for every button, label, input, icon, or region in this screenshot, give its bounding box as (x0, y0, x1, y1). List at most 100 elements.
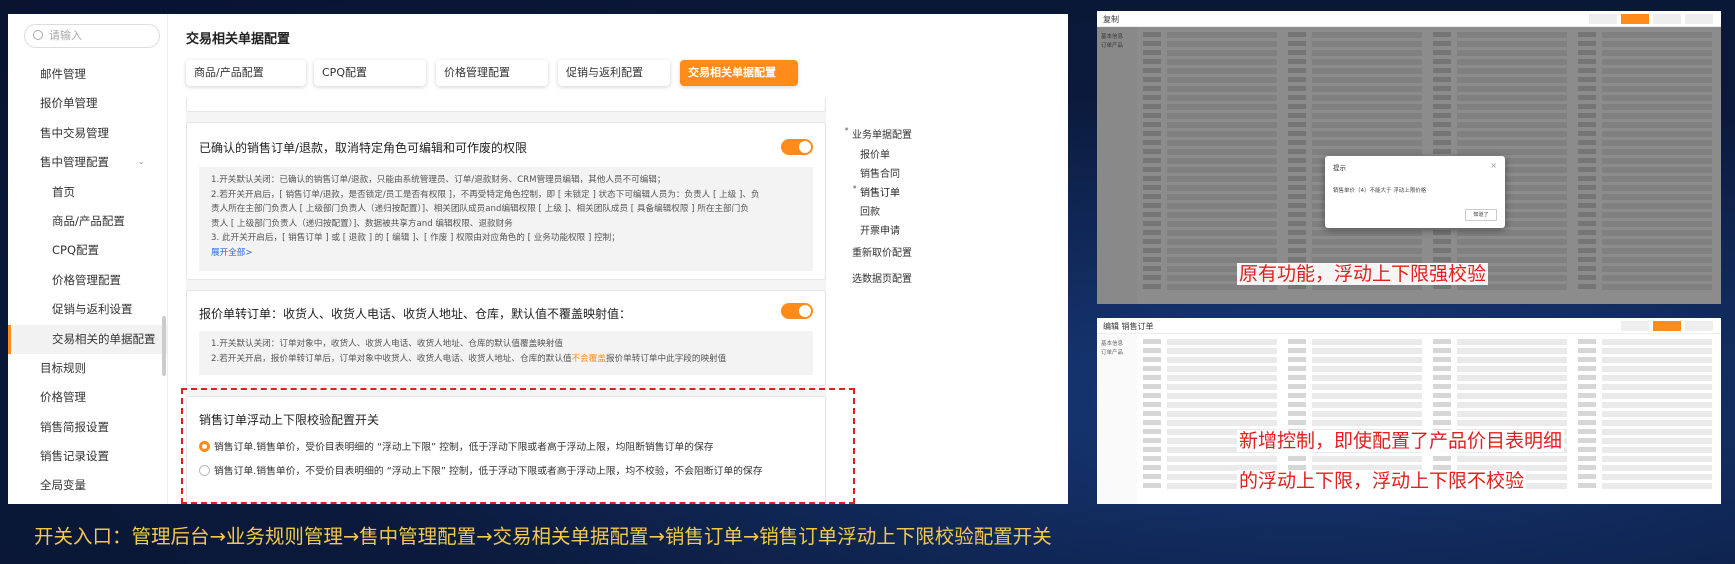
form-field[interactable] (1312, 384, 1422, 390)
sidebar-item-mail[interactable]: 邮件管理 (8, 60, 167, 89)
anchor-item-reprice[interactable]: 重新取价配置 (852, 244, 912, 259)
form-field[interactable] (1602, 438, 1712, 444)
sidebar-scrollbar[interactable] (162, 316, 166, 376)
form-field[interactable] (1457, 366, 1567, 372)
form-field[interactable] (1167, 375, 1277, 381)
header-button[interactable] (1621, 321, 1649, 331)
form-field[interactable] (1602, 393, 1712, 399)
search-input[interactable]: 请输入 (24, 24, 160, 48)
nav-item[interactable]: 基本信息 (1101, 340, 1137, 349)
sidebar-item-sales-config[interactable]: 售中管理配置 ⌄ (8, 148, 167, 177)
anchor-item-invoice[interactable]: 开票申请 (860, 222, 900, 237)
form-field[interactable] (1457, 339, 1567, 345)
sidebar-item-home[interactable]: 首页 (8, 178, 167, 207)
search-icon (33, 30, 43, 40)
nav-item[interactable]: 订单产品 (1101, 349, 1137, 358)
sidebar-item-trade-docs[interactable]: 交易相关的单据配置 (8, 324, 167, 354)
previous-card (186, 98, 826, 112)
sidebar-item-target-rules[interactable]: 目标规则 (8, 354, 167, 383)
annotation-original: 原有功能，浮动上下限强校验 (1237, 259, 1489, 286)
form-field[interactable] (1167, 339, 1277, 345)
anchor-item-quote[interactable]: 报价单 (860, 146, 890, 161)
form-field[interactable] (1602, 447, 1712, 453)
form-field[interactable] (1167, 456, 1277, 462)
sidebar-item-price-mgmt[interactable]: 价格管理 (8, 383, 167, 412)
sidebar-item-global-vars[interactable]: 全局变量 (8, 471, 167, 500)
header-button[interactable] (1653, 14, 1681, 24)
toggle-switch[interactable] (781, 303, 813, 319)
form-field[interactable] (1457, 411, 1567, 417)
form-field[interactable] (1602, 411, 1712, 417)
header-button[interactable] (1589, 14, 1617, 24)
form-field[interactable] (1167, 384, 1277, 390)
form-field[interactable] (1602, 339, 1712, 345)
close-icon[interactable]: × (1490, 161, 1497, 170)
sidebar-item-trade-mgmt[interactable]: 售中交易管理 (8, 119, 167, 148)
toggle-switch[interactable] (781, 139, 813, 155)
sidebar-item-promo-config[interactable]: 促销与返利设置 (8, 295, 167, 324)
sidebar-item-sales-brief[interactable]: 销售简报设置 (8, 413, 167, 442)
form-field[interactable] (1312, 348, 1422, 354)
form-field[interactable] (1167, 393, 1277, 399)
form-field[interactable] (1457, 456, 1567, 462)
save-button[interactable] (1653, 321, 1681, 331)
form-field[interactable] (1457, 402, 1567, 408)
sidebar-item-quote-mgmt[interactable]: 报价单管理 (8, 89, 167, 118)
form-field[interactable] (1457, 384, 1567, 390)
anchor-item-sales-order[interactable]: 销售订单 (853, 184, 900, 199)
anchor-item-data-page[interactable]: 选数据页配置 (852, 270, 912, 285)
tab-cpq-config[interactable]: CPQ配置 (314, 60, 426, 86)
tab-promo-config[interactable]: 促销与返利配置 (558, 60, 670, 86)
form-field[interactable] (1312, 411, 1422, 417)
field-label (1578, 429, 1596, 434)
header-button[interactable] (1685, 14, 1713, 24)
sidebar-item-sales-record[interactable]: 销售记录设置 (8, 442, 167, 471)
form-field[interactable] (1312, 393, 1422, 399)
field-label (1433, 420, 1451, 425)
form-field[interactable] (1602, 384, 1712, 390)
form-field[interactable] (1457, 393, 1567, 399)
form-field[interactable] (1167, 348, 1277, 354)
field-label (1433, 411, 1451, 416)
form-field[interactable] (1167, 366, 1277, 372)
form-field[interactable] (1602, 357, 1712, 363)
form-field[interactable] (1167, 411, 1277, 417)
form-header: 编辑 销售订单 (1097, 318, 1721, 334)
expand-all-link[interactable]: 展开全部> (211, 246, 801, 261)
form-field[interactable] (1457, 348, 1567, 354)
form-field[interactable] (1312, 402, 1422, 408)
anchor-item-biz-docs[interactable]: 业务单据配置 (845, 126, 912, 141)
tab-trade-docs[interactable]: 交易相关单据配置 (680, 60, 798, 86)
form-field[interactable] (1312, 339, 1422, 345)
form-field[interactable] (1602, 420, 1712, 426)
form-title: 复制 (1103, 15, 1119, 24)
form-field[interactable] (1312, 357, 1422, 363)
form-field[interactable] (1312, 456, 1422, 462)
anchor-item-payment[interactable]: 回款 (860, 203, 880, 218)
form-field[interactable] (1602, 375, 1712, 381)
form-field[interactable] (1602, 402, 1712, 408)
form-field[interactable] (1602, 429, 1712, 435)
field-label (1143, 420, 1161, 425)
form-field[interactable] (1602, 465, 1712, 471)
form-field[interactable] (1602, 348, 1712, 354)
form-field[interactable] (1167, 357, 1277, 363)
form-field[interactable] (1602, 483, 1712, 489)
tab-price-config[interactable]: 价格管理配置 (436, 60, 548, 86)
form-field[interactable] (1457, 357, 1567, 363)
form-field[interactable] (1312, 366, 1422, 372)
form-field[interactable] (1167, 402, 1277, 408)
save-button[interactable] (1621, 14, 1649, 24)
sidebar-item-price-config[interactable]: 价格管理配置 (8, 266, 167, 295)
form-field[interactable] (1312, 375, 1422, 381)
anchor-item-contract[interactable]: 销售合同 (860, 165, 900, 180)
sidebar-item-product-config[interactable]: 商品/产品配置 (8, 207, 167, 236)
form-field[interactable] (1602, 474, 1712, 480)
dialog-ok-button[interactable]: 知道了 (1465, 209, 1497, 221)
sidebar-item-cpq-config[interactable]: CPQ配置 (8, 236, 167, 265)
form-field[interactable] (1602, 366, 1712, 372)
tab-product-config[interactable]: 商品/产品配置 (186, 60, 306, 86)
header-button[interactable] (1685, 321, 1713, 331)
form-field[interactable] (1602, 456, 1712, 462)
form-field[interactable] (1457, 375, 1567, 381)
